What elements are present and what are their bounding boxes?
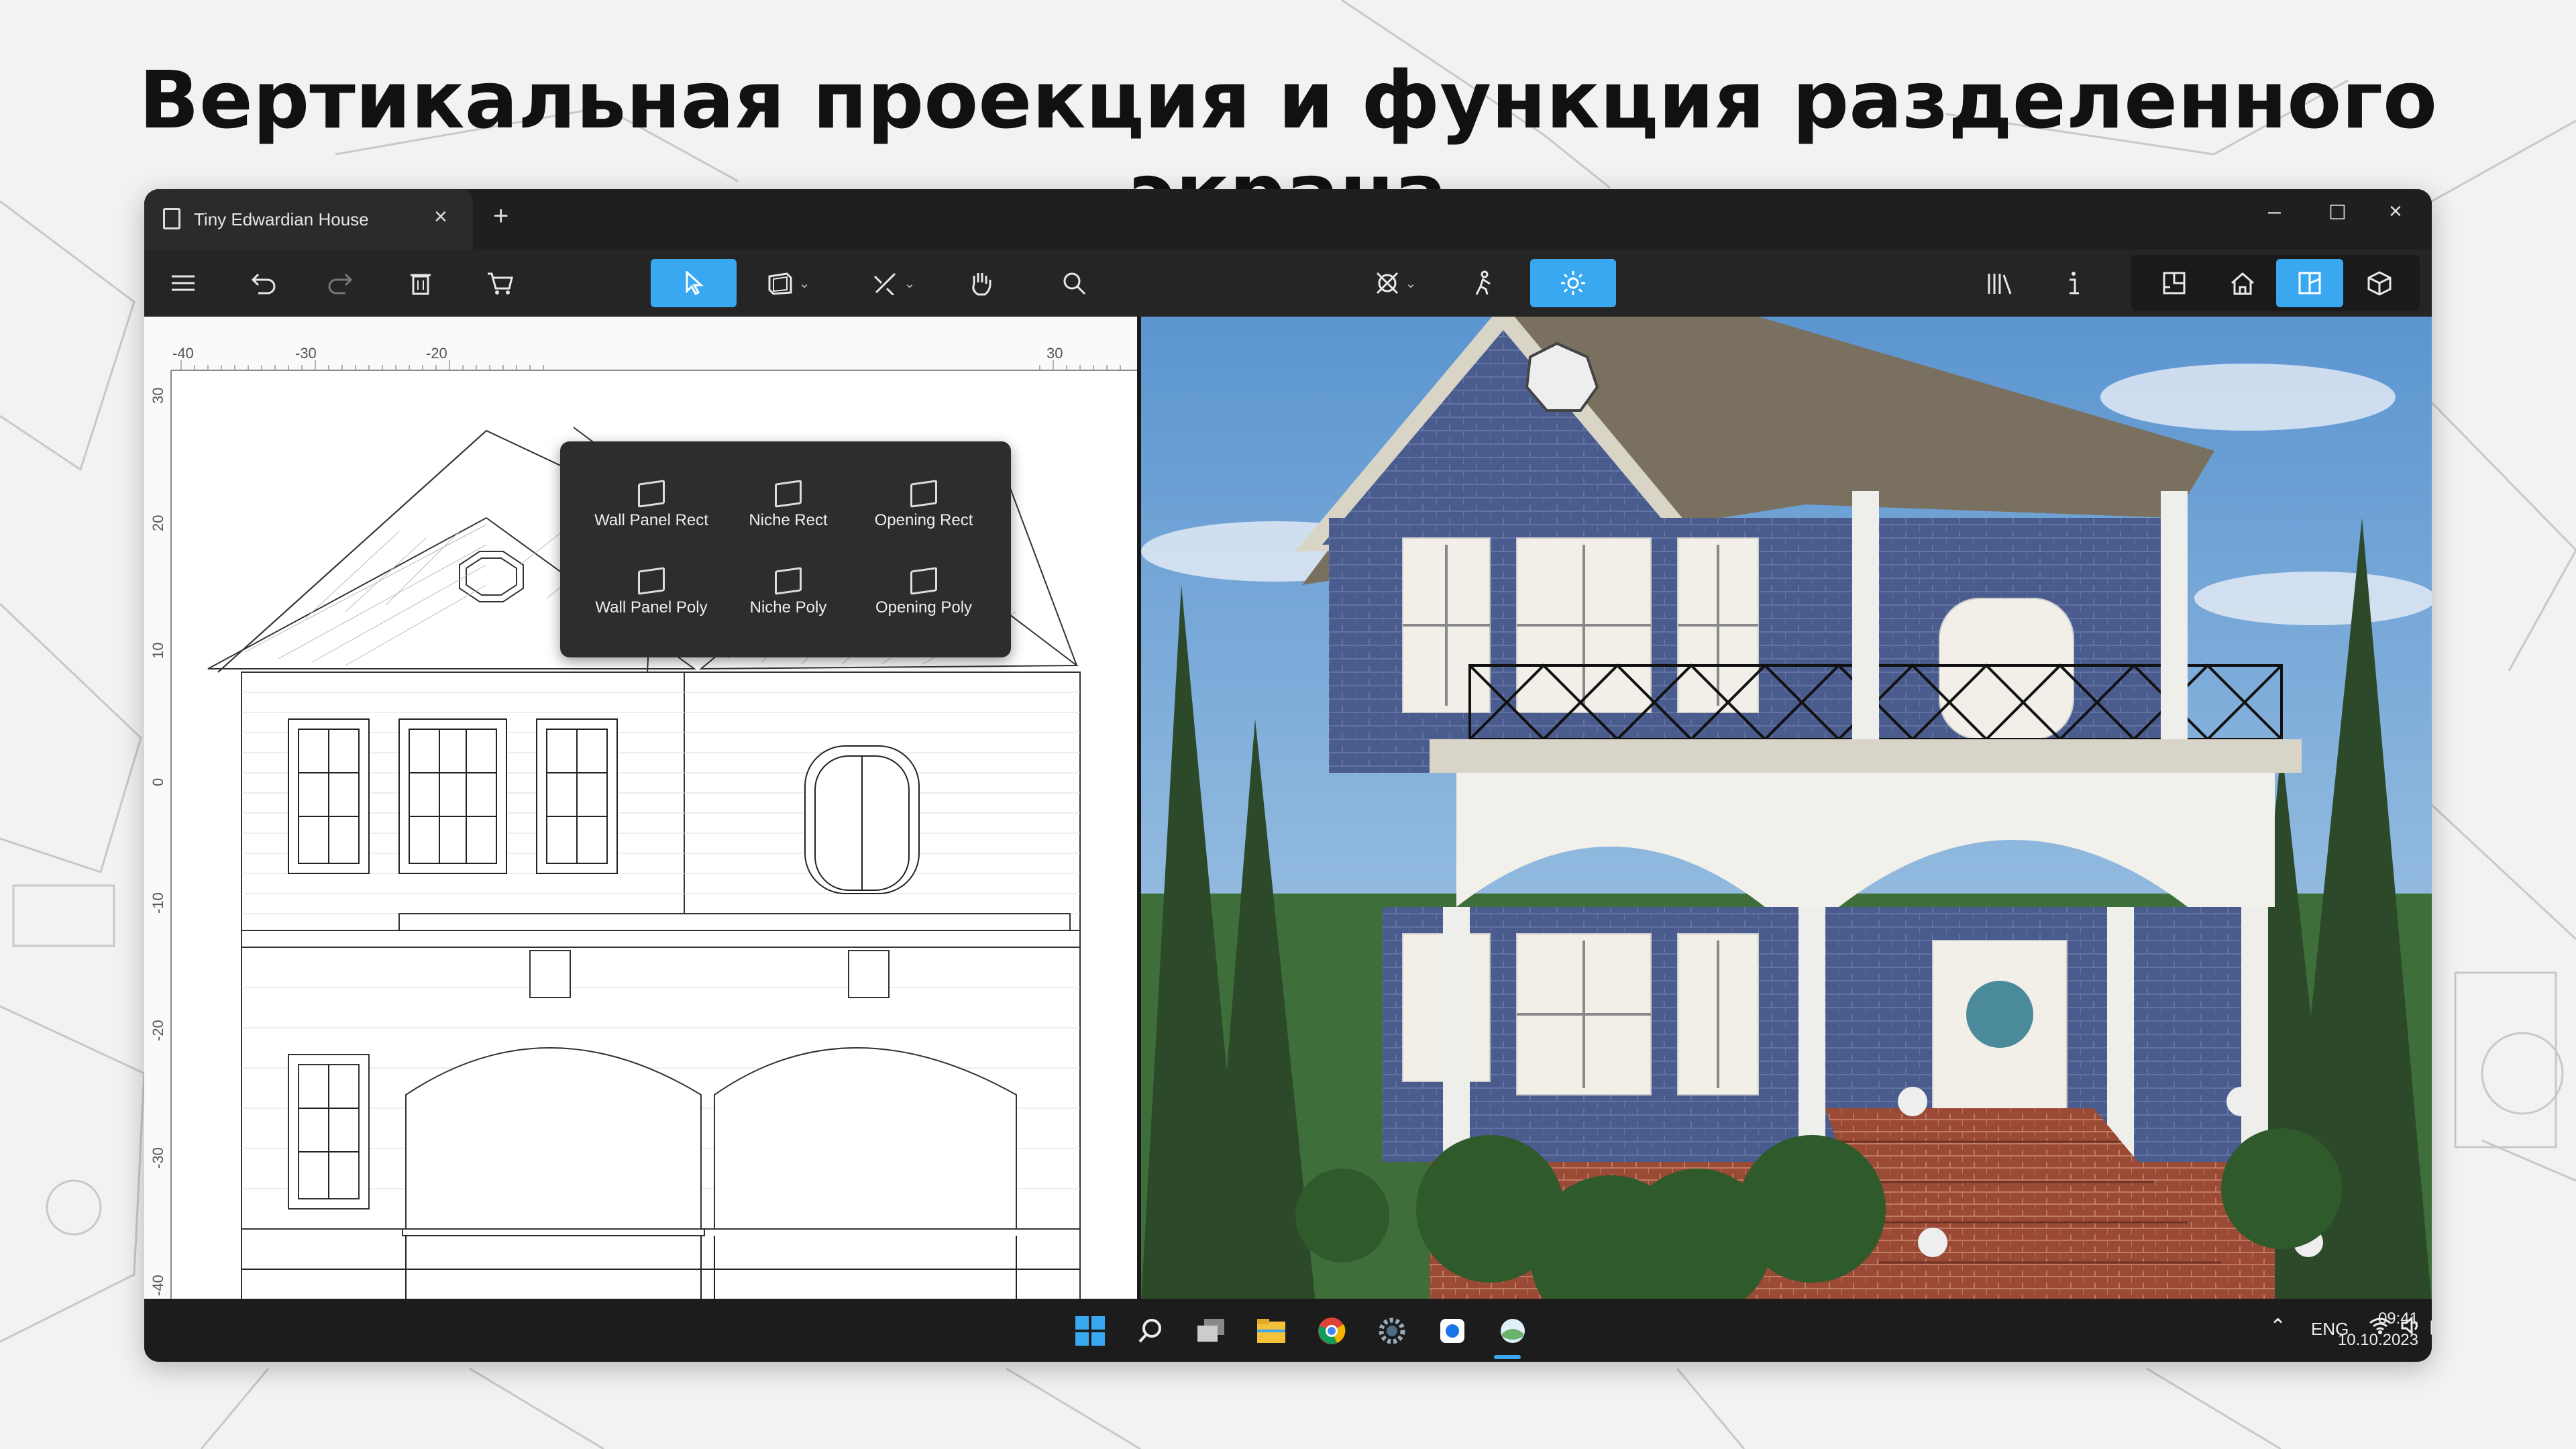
title-bar: Tiny Edwardian House × + – ☐ × — [144, 189, 2432, 250]
ruler-top-label: -30 — [295, 345, 317, 362]
document-icon — [163, 208, 180, 229]
menu-item-label: Opening Poly — [875, 598, 973, 616]
active-app-indicator — [1494, 1355, 1521, 1359]
ruler-left-label: -20 — [150, 1020, 166, 1041]
redo-icon[interactable] — [317, 259, 366, 307]
ruler-left-label: 30 — [150, 388, 166, 404]
house-icon[interactable] — [2218, 259, 2267, 307]
battery-icon[interactable] — [2430, 1319, 2432, 1340]
split-view-icon — [2298, 272, 2321, 294]
select-tool-button[interactable] — [651, 259, 737, 307]
niche-poly-icon — [775, 567, 802, 595]
menu-item-label: Wall Panel Poly — [595, 598, 708, 616]
os-taskbar: ⌃ ENG 09:41 10.10.2023 — [144, 1299, 2432, 1362]
ruler-left-label: -40 — [150, 1275, 166, 1296]
chevron-down-icon: ⌄ — [1405, 276, 1417, 291]
search-icon[interactable] — [1050, 259, 1098, 307]
search-icon[interactable] — [1132, 1312, 1169, 1350]
opening-rect-item[interactable]: Opening Rect — [857, 480, 991, 549]
chrome-icon[interactable] — [1313, 1312, 1350, 1350]
wall-panel-rect-icon — [638, 480, 665, 508]
menu-item-label: Wall Panel Rect — [594, 511, 708, 529]
new-tab-button[interactable]: + — [493, 201, 508, 231]
ruler-left-label: 20 — [150, 515, 166, 531]
plan-2d-icon[interactable] — [2150, 259, 2198, 307]
walk-icon[interactable] — [1459, 259, 1507, 307]
measure-tool-button[interactable]: ⌄ — [857, 259, 930, 307]
wall-panel-poly-item[interactable]: Wall Panel Poly — [584, 567, 718, 636]
ruler-left-label: 10 — [150, 643, 166, 659]
niche-rect-item[interactable]: Niche Rect — [721, 480, 855, 549]
task-view-icon[interactable] — [1192, 1312, 1230, 1350]
library-icon[interactable] — [1976, 259, 2024, 307]
menu-item-label: Opening Rect — [874, 511, 973, 529]
menu-item-label: Niche Rect — [749, 511, 828, 529]
tools-button[interactable]: ⌄ — [1358, 259, 1432, 307]
house-3d-render — [1141, 317, 2432, 1303]
wall-panel-rect-item[interactable]: Wall Panel Rect — [584, 480, 718, 549]
cart-icon[interactable] — [476, 259, 524, 307]
wall-panel-popup-menu: Wall Panel Rect Niche Rect Opening Rect … — [560, 441, 1011, 657]
niche-poly-item[interactable]: Niche Poly — [721, 567, 855, 636]
opening-poly-item[interactable]: Opening Poly — [857, 567, 991, 636]
file-explorer-icon[interactable] — [1252, 1312, 1290, 1350]
ruler-top-label: -20 — [426, 345, 447, 362]
sun-icon — [1561, 271, 1585, 295]
chevron-down-icon: ⌄ — [904, 276, 916, 291]
menu-item-label: Niche Poly — [749, 598, 827, 616]
main-toolbar: ⌄ ⌄ ⌄ — [144, 250, 2432, 317]
opening-poly-icon — [910, 567, 937, 595]
system-clock[interactable]: 09:41 10.10.2023 — [2338, 1308, 2418, 1351]
chevron-down-icon: ⌄ — [798, 276, 810, 291]
elevation-view[interactable]: -40 -30 -20 30 30 20 10 0 -10 -20 -30 -4… — [144, 317, 1137, 1303]
cube-icon[interactable] — [2355, 259, 2404, 307]
undo-icon[interactable] — [238, 259, 286, 307]
live-home-3d-icon[interactable] — [1494, 1312, 1532, 1350]
3d-view[interactable] — [1141, 317, 2432, 1303]
menu-icon[interactable] — [159, 259, 207, 307]
wall-panel-icon — [768, 272, 792, 295]
ruler-left-label: -10 — [150, 892, 166, 914]
windows-start-icon[interactable] — [1071, 1312, 1109, 1350]
measure-icon — [873, 272, 896, 295]
sun-button[interactable] — [1530, 259, 1616, 307]
clock-date: 10.10.2023 — [2337, 1331, 2418, 1349]
ruler-top-label: 30 — [1046, 345, 1063, 362]
tools-icon — [1376, 272, 1398, 294]
clock-time: 09:41 — [2377, 1309, 2418, 1328]
app-icon[interactable] — [1434, 1312, 1471, 1350]
hand-icon[interactable] — [956, 259, 1004, 307]
chevron-up-icon[interactable]: ⌃ — [2269, 1315, 2286, 1338]
wall-panel-poly-icon — [638, 567, 665, 595]
document-tab[interactable]: Tiny Edwardian House × — [144, 189, 473, 250]
minimize-button[interactable]: – — [2268, 199, 2281, 225]
ruler-left-label: -30 — [150, 1147, 166, 1169]
trash-icon[interactable] — [396, 259, 445, 307]
workspace: -40 -30 -20 30 30 20 10 0 -10 -20 -30 -4… — [144, 317, 2432, 1303]
maximize-button[interactable]: ☐ — [2328, 201, 2347, 225]
wall-panel-tool-button[interactable]: ⌄ — [751, 259, 825, 307]
split-view-button[interactable] — [2276, 259, 2343, 307]
settings-icon[interactable] — [1373, 1312, 1411, 1350]
ruler-top-label: -40 — [172, 345, 194, 362]
tab-title: Tiny Edwardian House — [194, 209, 369, 229]
opening-rect-icon — [910, 480, 937, 508]
niche-rect-icon — [775, 480, 802, 508]
app-window: Tiny Edwardian House × + – ☐ × ⌄ ⌄ ⌄ -40… — [144, 189, 2432, 1362]
close-window-button[interactable]: × — [2389, 199, 2402, 225]
info-icon[interactable] — [2049, 259, 2098, 307]
cursor-icon — [686, 271, 704, 295]
ruler-left-label: 0 — [150, 778, 166, 786]
tab-close-button[interactable]: × — [434, 204, 447, 230]
